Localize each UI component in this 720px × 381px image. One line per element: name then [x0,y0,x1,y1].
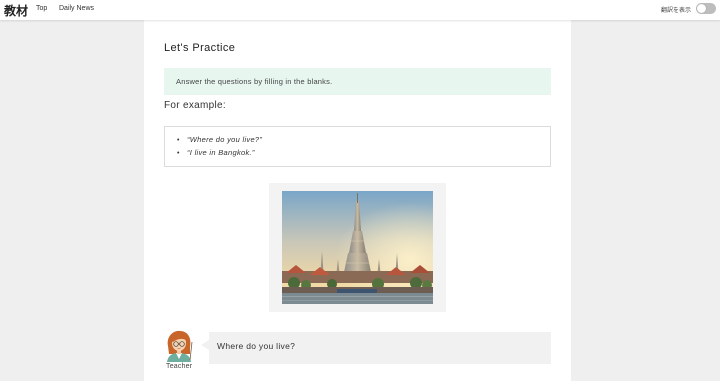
example-text: “Where do you live?” [187,135,263,144]
translation-toggle-label: 翻訳を表示 [660,7,691,14]
instructions-text: Answer the questions by filling in the b… [176,77,333,86]
translation-toggle[interactable] [696,3,716,14]
site-logo[interactable]: 教材 [4,2,28,19]
lesson-content: Let's Practice Answer the questions by f… [144,20,571,381]
lesson-image-frame [269,183,446,312]
teacher-icon [167,330,193,362]
speaker-name: Teacher [166,363,193,370]
dialogue-text: Where do you live? [217,341,296,351]
bullet-icon: • [177,150,180,157]
nav-link-top[interactable]: Top [36,5,47,12]
teacher-avatar [164,330,194,367]
example-item: • “I live in Bangkok.” [177,148,255,157]
speech-bubble-tail [201,340,209,350]
nav-link-daily-news[interactable]: Daily News [59,5,94,12]
example-box: • “Where do you live?” • “I live in Bangko… [164,126,551,167]
temple-photo [282,191,433,304]
example-text: “I live in Bangkok.” [187,148,255,157]
example-item: • “Where do you live?” [177,135,262,144]
page-title: Let's Practice [164,42,236,54]
speech-bubble: Where do you live? [209,332,551,364]
bullet-icon: • [177,137,180,144]
toggle-knob [697,4,706,13]
example-heading: For example: [164,100,226,111]
top-navigation-bar: 教材 Top Daily News 翻訳を表示 [0,0,720,20]
instructions-box: Answer the questions by filling in the b… [164,68,551,95]
